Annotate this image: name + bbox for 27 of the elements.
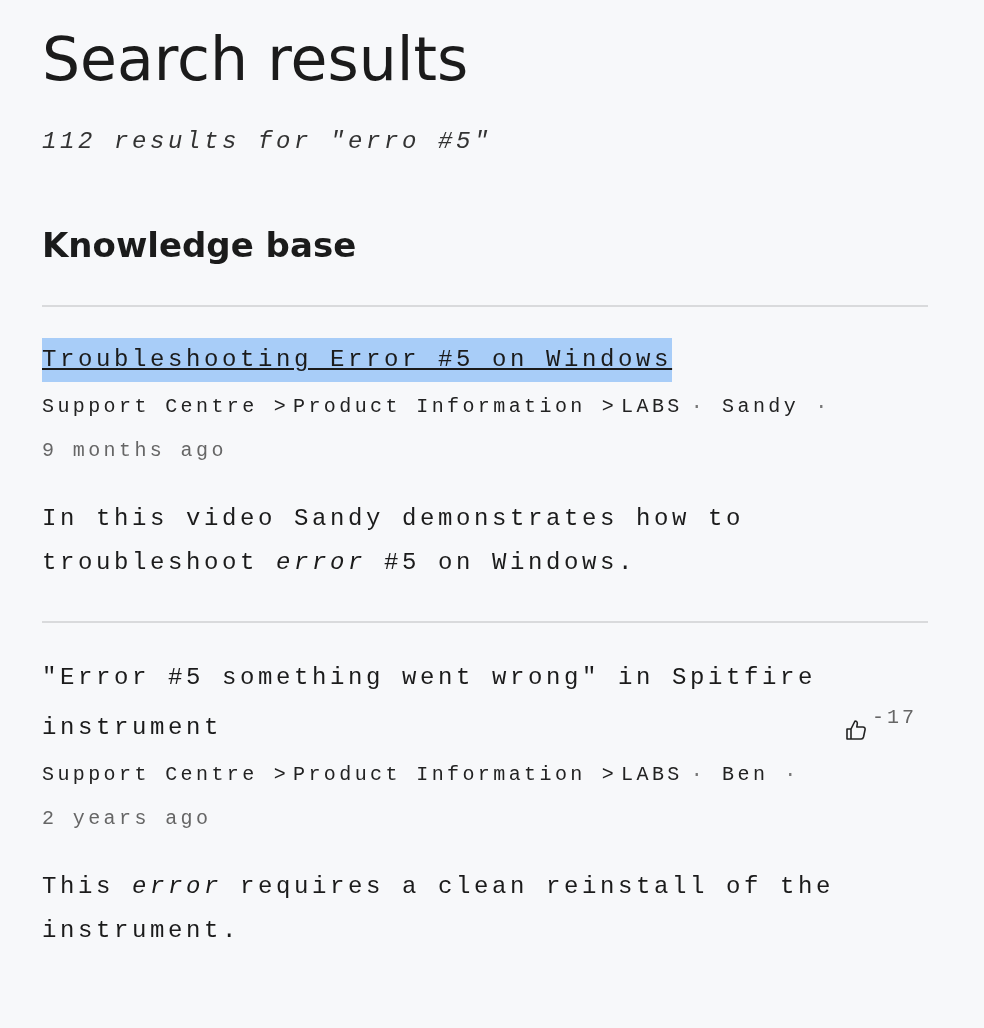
breadcrumb-link[interactable]: LABS	[621, 385, 683, 429]
breadcrumb-separator: >	[601, 394, 618, 420]
dot-separator: ·	[815, 394, 831, 420]
vote-count: -17	[872, 705, 917, 731]
result-link[interactable]: "Error #5 something went wrong" in Spitfire instrument	[42, 653, 832, 753]
result-snippet: In this video Sandy demonstrates how to troubleshoot error #5 on Windows.	[42, 504, 746, 578]
breadcrumb-link[interactable]: LABS	[621, 753, 683, 797]
timestamp: 9 months ago	[42, 438, 227, 464]
thumbs-up-icon	[844, 717, 868, 743]
author-name: Sandy	[722, 394, 800, 420]
section-heading: Knowledge base	[42, 225, 358, 265]
result-link[interactable]: Troubleshooting Error #5 on Windows	[42, 338, 673, 382]
breadcrumb-separator: >	[601, 762, 618, 788]
page-title: Search results	[42, 23, 470, 96]
results-summary: 112 results for "erro #5"	[42, 128, 494, 155]
breadcrumb-separator: >	[273, 762, 290, 788]
timestamp: 2 years ago	[42, 806, 212, 832]
breadcrumb-link[interactable]: Product Information	[293, 753, 586, 797]
author-name: Ben	[722, 762, 769, 788]
dot-separator: ·	[784, 762, 800, 788]
breadcrumb-link[interactable]: Product Information	[293, 385, 586, 429]
dot-separator: ·	[690, 394, 707, 420]
breadcrumb-link[interactable]: Support Centre	[42, 385, 258, 429]
dot-separator: ·	[690, 762, 707, 788]
breadcrumb-separator: >	[273, 394, 290, 420]
breadcrumb-link[interactable]: Support Centre	[42, 753, 258, 797]
result-snippet: This error requires a clean reinstall of the instrument.	[42, 872, 836, 946]
